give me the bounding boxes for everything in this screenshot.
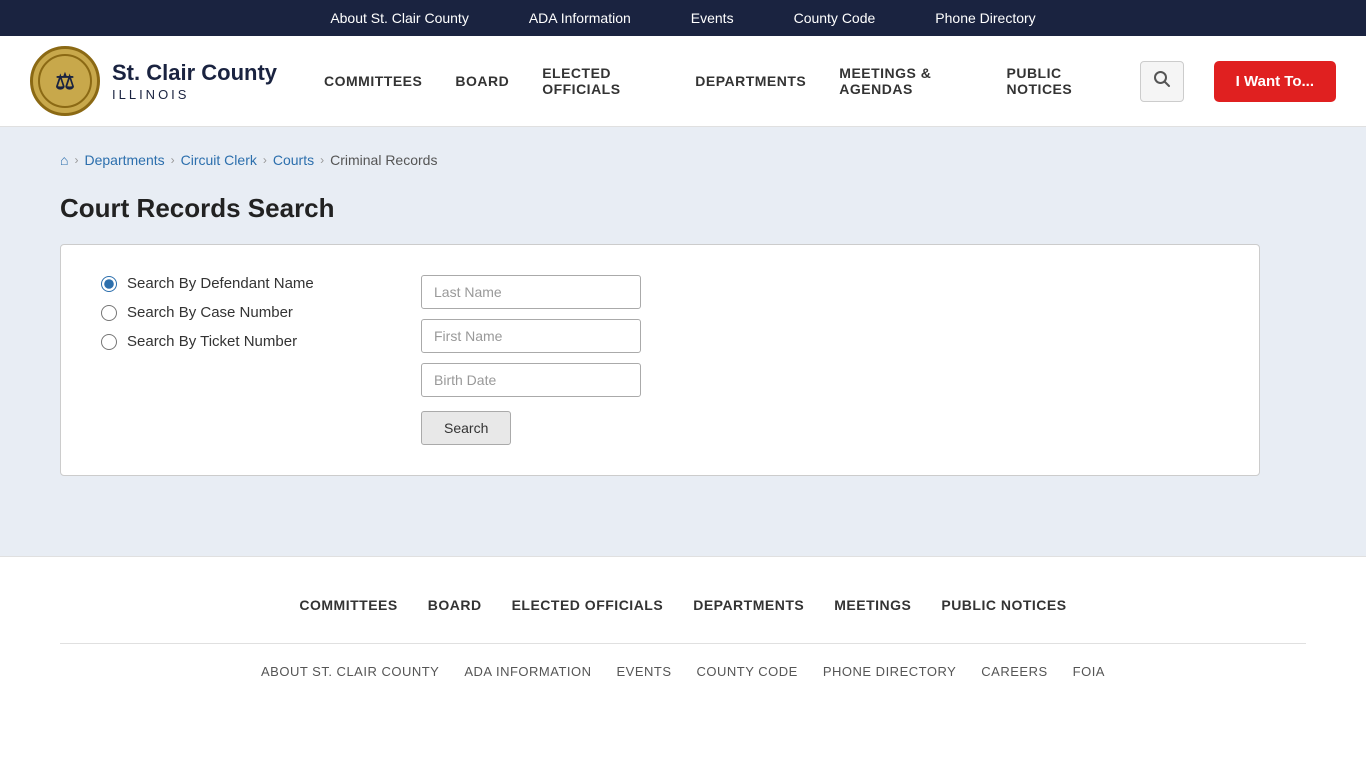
footer-bottom-foia[interactable]: FOIA [1073,664,1105,679]
search-form-container: Search By Defendant Name Search By Case … [60,244,1260,476]
breadcrumb-current: Criminal Records [330,152,437,168]
birth-date-input[interactable] [421,363,641,397]
logo-text: St. Clair County ILLINOIS [112,60,277,101]
first-name-input[interactable] [421,319,641,353]
radio-group: Search By Defendant Name Search By Case … [101,275,381,350]
topbar-about[interactable]: About St. Clair County [330,10,469,26]
nav-board[interactable]: BOARD [441,65,523,97]
search-icon-button[interactable] [1140,61,1184,102]
county-name: St. Clair County [112,60,277,86]
radio-case-text: Search By Case Number [127,304,293,321]
footer-nav-committees[interactable]: COMMITTEES [299,597,397,613]
footer-nav-meetings[interactable]: MEETINGS [834,597,911,613]
footer-bottom-ada[interactable]: ADA INFORMATION [464,664,591,679]
home-icon[interactable]: ⌂ [60,152,68,168]
top-bar: About St. Clair County ADA Information E… [0,0,1366,36]
nav-meetings[interactable]: MEETINGS & AGENDAS [825,57,987,105]
radio-defendant-text: Search By Defendant Name [127,275,314,292]
footer: COMMITTEES BOARD ELECTED OFFICIALS DEPAR… [0,556,1366,699]
topbar-ada[interactable]: ADA Information [529,10,631,26]
nav-public-notices[interactable]: PUBLIC NOTICES [993,57,1120,105]
state-name: ILLINOIS [112,87,277,102]
footer-divider [60,643,1306,644]
form-layout: Search By Defendant Name Search By Case … [101,275,1219,445]
radio-ticket[interactable] [101,334,117,350]
footer-nav: COMMITTEES BOARD ELECTED OFFICIALS DEPAR… [60,597,1306,613]
svg-text:⚖: ⚖ [55,69,75,94]
breadcrumb-sep-0: › [74,153,78,167]
logo[interactable]: ⚖ St. Clair County ILLINOIS [30,46,290,116]
footer-bottom-about[interactable]: ABOUT ST. CLAIR COUNTY [261,664,439,679]
radio-case-label[interactable]: Search By Case Number [101,304,381,321]
radio-case[interactable] [101,305,117,321]
header: ⚖ St. Clair County ILLINOIS COMMITTEES B… [0,36,1366,127]
nav-committees[interactable]: COMMITTEES [310,65,436,97]
footer-bottom-phone-directory[interactable]: PHONE DIRECTORY [823,664,956,679]
breadcrumb-departments[interactable]: Departments [84,152,164,168]
i-want-button[interactable]: I Want To... [1214,61,1336,102]
footer-bottom-careers[interactable]: CAREERS [981,664,1047,679]
footer-nav-elected-officials[interactable]: ELECTED OFFICIALS [512,597,664,613]
breadcrumb-circuit-clerk[interactable]: Circuit Clerk [181,152,257,168]
footer-bottom-nav: ABOUT ST. CLAIR COUNTY ADA INFORMATION E… [60,664,1306,679]
nav-departments[interactable]: DEPARTMENTS [681,65,820,97]
breadcrumb-courts[interactable]: Courts [273,152,314,168]
nav-elected-officials[interactable]: ELECTED OFFICIALS [528,57,676,105]
radio-defendant-label[interactable]: Search By Defendant Name [101,275,381,292]
footer-nav-board[interactable]: BOARD [428,597,482,613]
breadcrumb: ⌂ › Departments › Circuit Clerk › Courts… [60,147,1306,168]
radio-ticket-label[interactable]: Search By Ticket Number [101,333,381,350]
topbar-county-code[interactable]: County Code [794,10,876,26]
topbar-phone-directory[interactable]: Phone Directory [935,10,1035,26]
radio-defendant[interactable] [101,276,117,292]
breadcrumb-sep-1: › [171,153,175,167]
footer-bottom-events[interactable]: EVENTS [617,664,672,679]
footer-nav-departments[interactable]: DEPARTMENTS [693,597,804,613]
fields-group: Search [421,275,641,445]
radio-ticket-text: Search By Ticket Number [127,333,297,350]
breadcrumb-sep-3: › [320,153,324,167]
main-nav: COMMITTEES BOARD ELECTED OFFICIALS DEPAR… [310,57,1120,105]
footer-bottom-county-code[interactable]: COUNTY CODE [697,664,798,679]
footer-nav-public-notices[interactable]: PUBLIC NOTICES [941,597,1066,613]
logo-icon: ⚖ [30,46,100,116]
search-submit-button[interactable]: Search [421,411,511,445]
content-area: ⌂ › Departments › Circuit Clerk › Courts… [0,127,1366,556]
topbar-events[interactable]: Events [691,10,734,26]
breadcrumb-sep-2: › [263,153,267,167]
page-title: Court Records Search [60,193,1306,224]
last-name-input[interactable] [421,275,641,309]
